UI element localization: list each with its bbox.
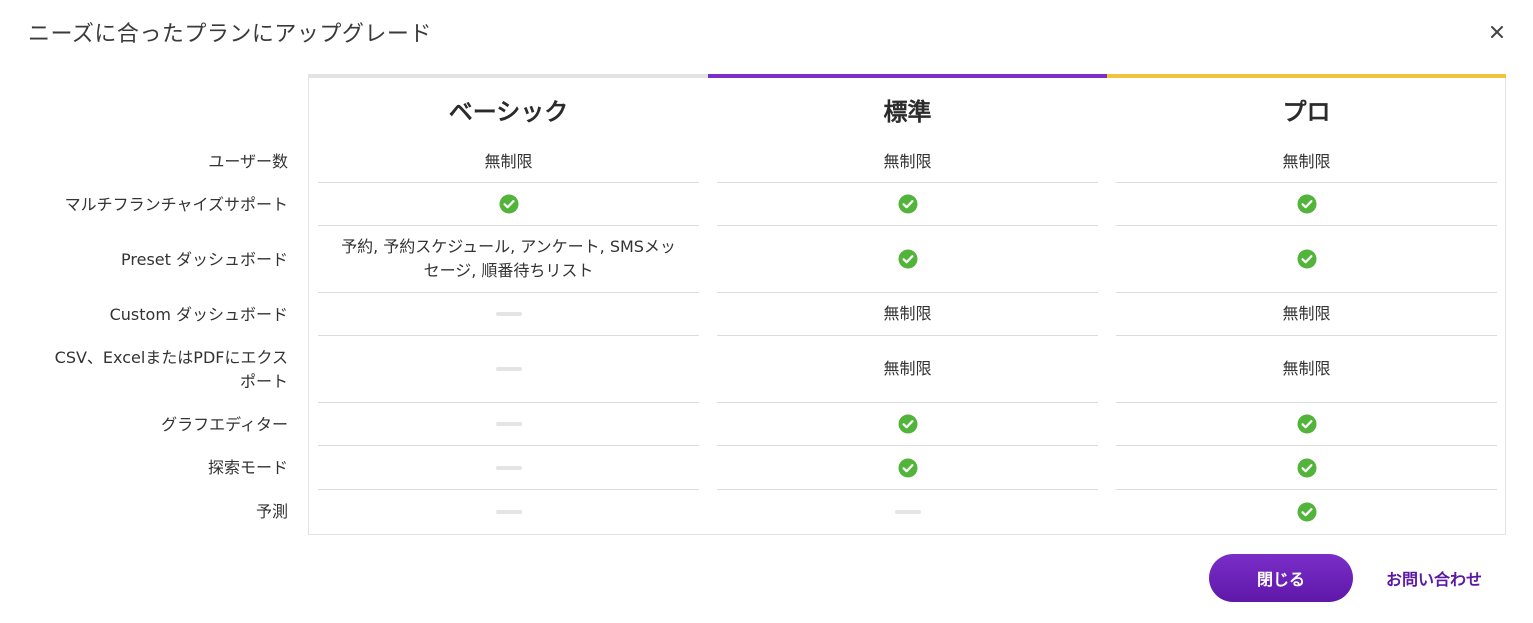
plan-cell — [717, 183, 1098, 226]
dash-icon — [894, 510, 921, 514]
plan-cell — [717, 403, 1098, 446]
dash-icon — [495, 510, 522, 514]
plan-cell: 無制限 — [717, 293, 1098, 336]
dash-icon — [495, 312, 522, 316]
check-circle-icon — [1297, 194, 1316, 214]
plan-cell — [1116, 403, 1497, 446]
check-circle-icon — [898, 249, 917, 269]
feature-label: マルチフランチャイズサポート — [64, 194, 288, 214]
plan-name: 標準 — [883, 98, 932, 126]
plan-cell — [318, 293, 699, 336]
dash-icon — [495, 367, 522, 371]
check-circle-icon — [1297, 249, 1316, 269]
plan-accent-bar — [309, 74, 708, 78]
plan-cell: 無制限 — [1116, 336, 1497, 403]
check-circle-icon — [898, 414, 917, 434]
plan-name: ベーシック — [448, 98, 569, 126]
plan-cell — [1116, 446, 1497, 490]
plan-cell-value: 無制限 — [1282, 359, 1331, 378]
plan-cell-value: 無制限 — [1282, 304, 1331, 323]
feature-label: 探索モード — [207, 458, 288, 477]
plan-cell: 無制限 — [1116, 141, 1497, 183]
check-circle-icon — [1297, 502, 1316, 522]
close-dialog-button[interactable] — [1484, 19, 1510, 45]
contact-us-link[interactable]: お問い合わせ — [1368, 554, 1500, 602]
plan-cell — [318, 490, 699, 534]
close-icon — [1491, 26, 1503, 38]
plan-comparison-table: ベーシック 無制限 予約, 予約スケジュール, アンケート, SMSメッセージ, 順… — [308, 74, 1506, 535]
feature-label: CSV、ExcelまたはPDFにエクスポート — [54, 347, 288, 391]
plan-cell-value: 無制限 — [1282, 151, 1331, 171]
plan-name: プロ — [1282, 98, 1331, 126]
dash-icon — [495, 465, 522, 470]
feature-label: Preset ダッシュボード — [121, 249, 288, 269]
plan-cell: 予約, 予約スケジュール, アンケート, SMSメッセージ, 順番待ちリスト — [318, 226, 699, 293]
plan-accent-bar — [708, 74, 1107, 78]
plan-accent-bar — [1107, 74, 1506, 78]
plan-cell — [1116, 490, 1497, 534]
plan-cell — [717, 226, 1098, 293]
plan-column-basic: ベーシック無制限予約, 予約スケジュール, アンケート, SMSメッセージ, 順… — [309, 74, 708, 534]
plan-cell — [318, 336, 699, 403]
feature-label: Custom ダッシュボード — [109, 304, 288, 324]
check-circle-icon — [1297, 458, 1316, 477]
check-circle-icon — [499, 194, 518, 214]
plan-cell — [717, 490, 1098, 534]
plan-cell-value: 予約, 予約スケジュール, アンケート, SMSメッセージ, 順番待ちリスト — [341, 237, 676, 280]
plan-cell — [1116, 183, 1497, 226]
plan-cell-value: 無制限 — [883, 304, 932, 323]
plan-cell: 無制限 — [717, 336, 1098, 403]
plan-cell — [1116, 226, 1497, 293]
close-button[interactable]: 閉じる — [1209, 554, 1353, 602]
feature-label: 予測 — [255, 502, 288, 521]
plan-cell — [318, 403, 699, 446]
plan-cell — [318, 446, 699, 490]
check-circle-icon — [898, 458, 917, 477]
plan-cell-value: 無制限 — [484, 151, 533, 171]
dialog-title: ニーズに合ったプランにアップグレード — [28, 22, 432, 47]
plan-cell: 無制限 — [318, 141, 699, 183]
plan-cell — [318, 183, 699, 226]
plan-cell-value: 無制限 — [883, 151, 932, 171]
plan-column-pro: プロ 無制限 無制限 無制限 — [1107, 74, 1506, 534]
check-circle-icon — [1297, 414, 1316, 434]
plan-cell: 無制限 — [717, 141, 1098, 183]
plan-column-standard: 標準 無制限 無制限 無制限 — [708, 74, 1107, 534]
check-circle-icon — [898, 194, 917, 214]
dash-icon — [495, 422, 522, 426]
plan-cell — [717, 446, 1098, 490]
feature-label: グラフエディター — [161, 414, 288, 434]
feature-label: ユーザー数 — [208, 152, 288, 171]
plan-cell: 無制限 — [1116, 293, 1497, 336]
plan-cell-value: 無制限 — [883, 359, 932, 378]
